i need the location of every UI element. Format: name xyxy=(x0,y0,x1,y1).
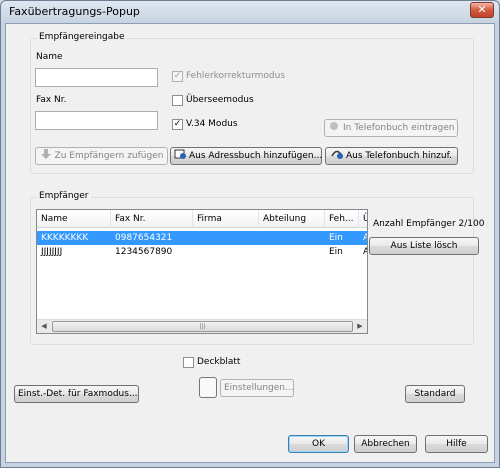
scroll-left-icon[interactable]: ◀ xyxy=(37,320,51,333)
column-header-department[interactable]: Abteilung xyxy=(259,210,325,228)
cell-name: JJJJJJJJ xyxy=(41,247,63,257)
help-button[interactable]: Hilfe xyxy=(425,435,488,453)
cell-fax: 0987654321 xyxy=(115,233,173,243)
help-label: Hilfe xyxy=(446,439,467,449)
cover-settings-button[interactable]: Einstellungen... xyxy=(220,379,294,397)
cell-error: Ein xyxy=(329,247,343,257)
horizontal-scrollbar[interactable]: ◀ ||| ▶ xyxy=(37,319,367,333)
error-correction-checkbox[interactable]: ✓ xyxy=(172,71,183,82)
column-header-name[interactable]: Name xyxy=(37,210,111,228)
column-header-company[interactable]: Firma xyxy=(193,210,259,228)
cell-fax: 1234567890 xyxy=(115,247,173,257)
add-to-recipients-label: Zu Empfängern zufügen xyxy=(54,151,164,161)
table-row[interactable]: KKKKKKKK 0987654321 Ein A xyxy=(37,231,367,245)
recipients-list-header: Name Fax Nr. Firma Abteilung Feh... Ü xyxy=(37,210,367,228)
v34-mode-label: V.34 Modus xyxy=(186,119,238,129)
remove-from-list-button[interactable]: Aus Liste lösch xyxy=(369,237,479,255)
add-from-phonebook-button[interactable]: Aus Telefonbuch hinzuf. xyxy=(325,147,458,165)
cover-sheet-checkbox[interactable] xyxy=(183,357,194,368)
add-from-address-book-button[interactable]: Aus Adressbuch hinzufügen... xyxy=(170,147,322,165)
add-from-address-book-label: Aus Adressbuch hinzufügen... xyxy=(189,151,323,161)
ok-button[interactable]: OK xyxy=(288,435,349,453)
cancel-label: Abbrechen xyxy=(361,439,410,449)
cover-settings-label: Einstellungen... xyxy=(224,383,294,393)
remove-from-list-label: Aus Liste lösch xyxy=(390,241,458,251)
down-arrow-icon xyxy=(40,149,52,159)
recipients-list[interactable]: Name Fax Nr. Firma Abteilung Feh... Ü KK… xyxy=(36,209,368,334)
column-header-overseas[interactable]: Ü xyxy=(359,210,367,228)
recipient-count: Anzahl Empfänger 2/100 xyxy=(373,219,485,229)
cancel-button[interactable]: Abbrechen xyxy=(354,435,417,453)
scroll-right-icon[interactable]: ▶ xyxy=(353,320,367,333)
table-row[interactable]: JJJJJJJJ 1234567890 Ein A xyxy=(37,245,367,259)
cell-overseas: A xyxy=(359,245,367,259)
standard-label: Standard xyxy=(414,389,456,399)
cell-name: KKKKKKKK xyxy=(41,233,89,243)
close-button[interactable]: ✕ xyxy=(470,2,494,18)
recipient-input-group-label: Empfängereingabe xyxy=(37,32,127,42)
recipients-group-label: Empfänger xyxy=(37,191,91,201)
fax-number-label: Fax Nr. xyxy=(36,95,67,105)
cell-department xyxy=(259,245,325,259)
standard-button[interactable]: Standard xyxy=(405,385,465,403)
add-to-phonebook-button[interactable]: In Telefonbuch eintragen xyxy=(324,119,458,137)
add-to-phonebook-label: In Telefonbuch eintragen xyxy=(343,123,455,133)
window-title: Faxübertragungs-Popup xyxy=(9,5,140,18)
overseas-mode-checkbox[interactable] xyxy=(172,95,183,106)
add-to-recipients-button[interactable]: Zu Empfängern zufügen xyxy=(35,147,168,165)
cell-company xyxy=(193,231,259,245)
error-correction-label: Fehlerkorrekturmodus xyxy=(186,71,286,81)
column-header-fax[interactable]: Fax Nr. xyxy=(111,210,193,228)
fax-number-input[interactable] xyxy=(35,111,158,130)
dialog-body: Empfängereingabe Name Fax Nr. ✓ Fehlerko… xyxy=(5,23,495,463)
fax-mode-details-button[interactable]: Einst.-Det. für Faxmodus... xyxy=(14,385,139,403)
cell-company xyxy=(193,245,259,259)
cell-department xyxy=(259,231,325,245)
name-label: Name xyxy=(36,52,63,62)
title-bar: Faxübertragungs-Popup ✕ xyxy=(1,1,499,23)
scroll-thumb[interactable]: ||| xyxy=(52,321,353,332)
address-book-icon xyxy=(174,149,186,159)
fax-transmission-dialog: Faxübertragungs-Popup ✕ Empfängereingabe… xyxy=(0,0,500,468)
cover-sheet-label: Deckblatt xyxy=(197,357,241,367)
phonebook-add-icon xyxy=(331,149,343,159)
cell-overseas: A xyxy=(359,231,367,245)
ok-label: OK xyxy=(312,439,325,449)
fax-mode-details-label: Einst.-Det. für Faxmodus... xyxy=(18,389,138,399)
cover-page-icon xyxy=(199,377,217,398)
cell-error: Ein xyxy=(329,233,343,243)
phonebook-icon xyxy=(328,121,340,131)
overseas-mode-label: Überseemodus xyxy=(186,95,254,105)
name-input[interactable] xyxy=(35,68,158,87)
add-from-phonebook-label: Aus Telefonbuch hinzuf. xyxy=(346,151,452,161)
close-icon: ✕ xyxy=(477,3,487,16)
column-header-error[interactable]: Feh... xyxy=(325,210,359,228)
v34-mode-checkbox[interactable]: ✓ xyxy=(172,119,183,130)
